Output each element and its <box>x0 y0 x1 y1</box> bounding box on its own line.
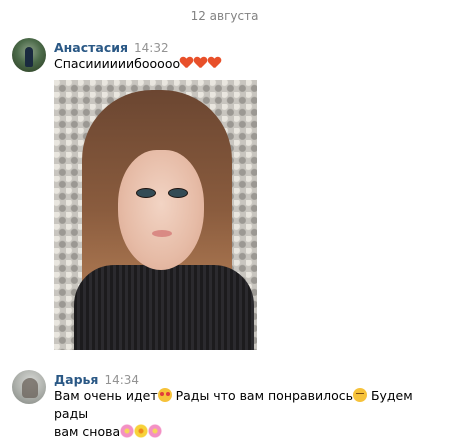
orange-heart-icon <box>208 57 221 69</box>
avatar-figure <box>22 378 38 398</box>
photo-eye <box>136 188 156 198</box>
avatar-figure <box>25 47 33 67</box>
message-author[interactable]: Дарья 14:34 <box>54 372 139 387</box>
photo-face <box>118 150 204 270</box>
cherry-blossom-icon <box>148 424 163 438</box>
relieved-face-icon <box>352 388 367 402</box>
message-text: Вам очень идет Рады что вам понравилось … <box>54 387 434 441</box>
orange-heart-icon <box>180 57 193 69</box>
attached-photo[interactable] <box>54 80 257 350</box>
avatar[interactable] <box>12 38 46 72</box>
message-author[interactable]: Анастасия 14:32 <box>54 40 169 55</box>
message-time[interactable]: 14:32 <box>134 41 169 55</box>
message-text: Спасиииииибооооо <box>54 55 222 73</box>
message-text-content: Спасиииииибооооо <box>54 56 181 71</box>
photo-eye <box>168 188 188 198</box>
message-text-part: Рады что вам понравилось <box>171 388 353 403</box>
avatar[interactable] <box>12 370 46 404</box>
smiling-face-with-heart-eyes-icon <box>157 388 172 402</box>
message-time[interactable]: 14:34 <box>104 373 139 387</box>
author-name[interactable]: Дарья <box>54 372 98 387</box>
orange-heart-icon <box>194 57 207 69</box>
message-text-part: вам снова <box>54 424 121 439</box>
date-divider: 12 августа <box>190 9 259 23</box>
message-text-part: Вам очень идет <box>54 388 158 403</box>
sunflower-icon <box>134 424 149 438</box>
photo-mouth <box>152 230 172 237</box>
photo-sweater <box>74 265 254 350</box>
author-name[interactable]: Анастасия <box>54 40 128 55</box>
cherry-blossom-icon <box>120 424 135 438</box>
